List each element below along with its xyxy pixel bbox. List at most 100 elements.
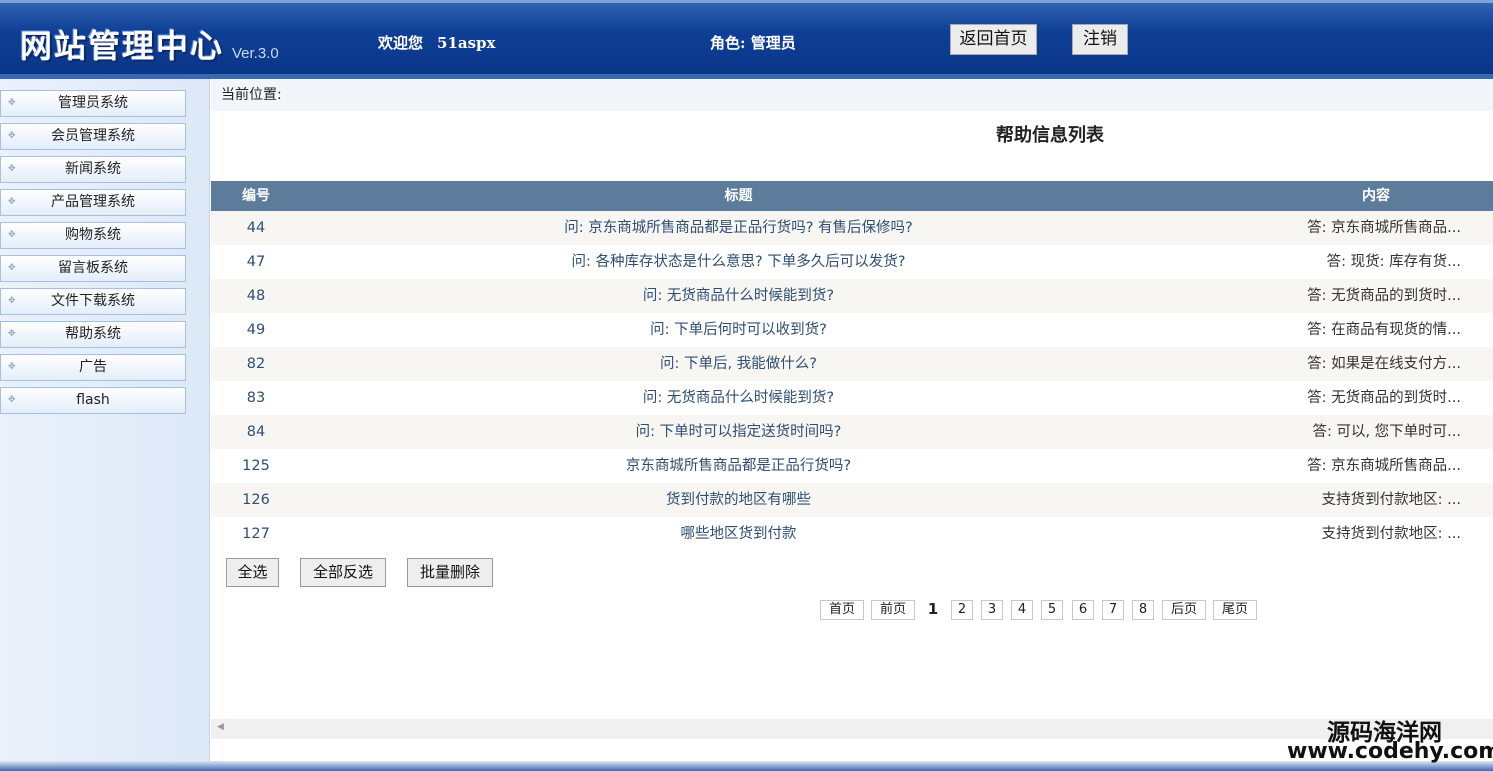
watermark-url: www.codehy.com <box>1287 739 1493 764</box>
invert-selection-button[interactable]: 全部反选 <box>300 558 386 587</box>
table-row[interactable]: 44 问: 京东商城所售商品都是正品行货吗? 有售后保修吗? 答: 京东商城所售商品… <box>211 211 1493 245</box>
row-id: 48 <box>246 288 266 304</box>
header-bar: 网站管理中心 Ver.3.0 欢迎您 51aspx 角色: 管理员 返回首页 注销 <box>0 0 1493 74</box>
pager-page[interactable]: 5 <box>1041 600 1063 620</box>
pager-page[interactable]: 4 <box>1011 600 1033 620</box>
sidebar-item-shopping[interactable]: ✥ 购物系统 <box>0 222 186 249</box>
sidebar: ✥ 管理员系统 ✥ 会员管理系统 ✥ 新闻系统 ✥ 产品管理系统 ✥ 购物系统 ✥ 留言板系… <box>0 79 210 761</box>
pager-prev[interactable]: 前页 <box>871 600 915 620</box>
sidebar-item-flash[interactable]: ✥ flash <box>0 387 186 414</box>
sidebar-item-label: 文件下载系统 <box>51 293 135 309</box>
pager-first[interactable]: 首页 <box>820 600 864 620</box>
row-title-link[interactable]: 问: 京东商城所售商品都是正品行货吗? 有售后保修吗? <box>301 211 1176 245</box>
row-title-link[interactable]: 哪些地区货到付款 <box>301 517 1176 551</box>
bullet-icon: ✥ <box>8 131 16 141</box>
pager-next[interactable]: 后页 <box>1162 600 1206 620</box>
sidebar-item-label: 产品管理系统 <box>51 194 135 210</box>
row-content: 答: 无货商品的到货时... <box>1307 390 1461 406</box>
table-row[interactable]: 82 问: 下单后, 我能做什么? 答: 如果是在线支付方... <box>211 347 1493 381</box>
row-title-link[interactable]: 问: 下单后, 我能做什么? <box>301 347 1176 381</box>
help-table: 编号 标题 内容 44 问: 京东商城所售商品都是正品行货吗? 有售后保修吗? 答:… <box>211 181 1493 551</box>
table-header: 编号 标题 内容 <box>211 181 1493 211</box>
table-row[interactable]: 47 问: 各种库存状态是什么意思? 下单多久后可以发货? 答: 现货: 库存有货.… <box>211 245 1493 279</box>
version-label: Ver.3.0 <box>232 45 279 62</box>
sidebar-item-products[interactable]: ✥ 产品管理系统 <box>0 189 186 216</box>
breadcrumb: 当前位置: <box>211 79 1493 111</box>
row-content: 答: 在商品有现货的情... <box>1307 322 1461 338</box>
pager-last[interactable]: 尾页 <box>1213 600 1257 620</box>
site-logo: 网站管理中心 <box>20 27 225 65</box>
role-label: 角色: 管理员 <box>710 34 796 52</box>
row-id: 44 <box>246 220 266 236</box>
bullet-icon: ✥ <box>8 230 16 240</box>
bullet-icon: ✥ <box>8 263 16 273</box>
bullet-icon: ✥ <box>8 98 16 108</box>
bullet-icon: ✥ <box>8 329 16 339</box>
row-title-link[interactable]: 问: 各种库存状态是什么意思? 下单多久后可以发货? <box>301 245 1176 279</box>
pager-current: 1 <box>923 600 943 620</box>
pager-page[interactable]: 3 <box>981 600 1003 620</box>
logout-button[interactable]: 注销 <box>1072 24 1128 55</box>
table-row[interactable]: 127 哪些地区货到付款 支持货到付款地区: ... <box>211 517 1493 551</box>
row-title-link[interactable]: 京东商城所售商品都是正品行货吗? <box>301 449 1176 483</box>
bullet-icon: ✥ <box>8 197 16 207</box>
page-root: 网站管理中心 Ver.3.0 欢迎您 51aspx 角色: 管理员 返回首页 注销… <box>0 0 1493 771</box>
row-title-link[interactable]: 问: 下单后何时可以收到货? <box>301 313 1176 347</box>
column-header-id[interactable]: 编号 <box>211 181 301 211</box>
row-content: 答: 京东商城所售商品... <box>1307 220 1461 236</box>
welcome-text: 欢迎您 51aspx <box>378 32 496 53</box>
pager-page[interactable]: 7 <box>1102 600 1124 620</box>
sidebar-item-help[interactable]: ✥ 帮助系统 <box>0 321 186 348</box>
username: 51aspx <box>437 34 496 52</box>
sidebar-item-label: 购物系统 <box>65 227 121 243</box>
sidebar-item-label: 会员管理系统 <box>51 128 135 144</box>
sidebar-item-label: 新闻系统 <box>65 161 121 177</box>
sidebar-item-downloads[interactable]: ✥ 文件下载系统 <box>0 288 186 315</box>
select-all-button[interactable]: 全选 <box>226 558 279 587</box>
row-title-link[interactable]: 货到付款的地区有哪些 <box>301 483 1176 517</box>
welcome-label: 欢迎您 <box>378 34 424 52</box>
row-title-link[interactable]: 问: 无货商品什么时候能到货? <box>301 381 1176 415</box>
table-row[interactable]: 125 京东商城所售商品都是正品行货吗? 答: 京东商城所售商品... <box>211 449 1493 483</box>
row-content: 答: 现货: 库存有货... <box>1326 254 1461 270</box>
sidebar-item-members[interactable]: ✥ 会员管理系统 <box>0 123 186 150</box>
row-content: 答: 京东商城所售商品... <box>1307 458 1461 474</box>
horizontal-scrollbar[interactable]: ◀ <box>211 719 1493 739</box>
row-id: 84 <box>246 424 266 440</box>
table-row[interactable]: 126 货到付款的地区有哪些 支持货到付款地区: ... <box>211 483 1493 517</box>
row-content: 答: 如果是在线支付方... <box>1307 356 1461 372</box>
row-content: 答: 可以, 您下单时可... <box>1312 424 1461 440</box>
column-header-content[interactable]: 内容 <box>1276 181 1476 211</box>
return-home-button[interactable]: 返回首页 <box>950 24 1037 55</box>
main-content: 当前位置: 帮助信息列表 编号 标题 内容 44 问: 京东商城所售商品都是正品行… <box>211 79 1493 761</box>
column-header-title[interactable]: 标题 <box>301 181 1176 211</box>
scroll-left-icon[interactable]: ◀ <box>217 722 224 732</box>
row-id: 127 <box>242 526 270 542</box>
sidebar-item-guestbook[interactable]: ✥ 留言板系统 <box>0 255 186 282</box>
row-content: 支持货到付款地区: ... <box>1321 526 1461 542</box>
sidebar-item-ads[interactable]: ✥ 广告 <box>0 354 186 381</box>
pager-page[interactable]: 2 <box>951 600 973 620</box>
row-title-link[interactable]: 问: 无货商品什么时候能到货? <box>301 279 1176 313</box>
sidebar-item-news[interactable]: ✥ 新闻系统 <box>0 156 186 183</box>
table-row[interactable]: 49 问: 下单后何时可以收到货? 答: 在商品有现货的情... <box>211 313 1493 347</box>
sidebar-item-admin[interactable]: ✥ 管理员系统 <box>0 90 186 117</box>
row-id: 47 <box>246 254 266 270</box>
pager-page[interactable]: 6 <box>1072 600 1094 620</box>
row-id: 82 <box>246 356 266 372</box>
table-row[interactable]: 84 问: 下单时可以指定送货时间吗? 答: 可以, 您下单时可... <box>211 415 1493 449</box>
row-title-link[interactable]: 问: 下单时可以指定送货时间吗? <box>301 415 1176 449</box>
bullet-icon: ✥ <box>8 395 16 405</box>
row-id: 83 <box>246 390 266 406</box>
bullet-icon: ✥ <box>8 362 16 372</box>
row-content: 答: 无货商品的到货时... <box>1307 288 1461 304</box>
sidebar-item-label: flash <box>76 392 110 408</box>
bullet-icon: ✥ <box>8 164 16 174</box>
pager-page[interactable]: 8 <box>1132 600 1154 620</box>
batch-delete-button[interactable]: 批量删除 <box>407 558 493 587</box>
bullet-icon: ✥ <box>8 296 16 306</box>
table-row[interactable]: 48 问: 无货商品什么时候能到货? 答: 无货商品的到货时... <box>211 279 1493 313</box>
row-id: 126 <box>242 492 270 508</box>
row-id: 49 <box>246 322 266 338</box>
table-row[interactable]: 83 问: 无货商品什么时候能到货? 答: 无货商品的到货时... <box>211 381 1493 415</box>
